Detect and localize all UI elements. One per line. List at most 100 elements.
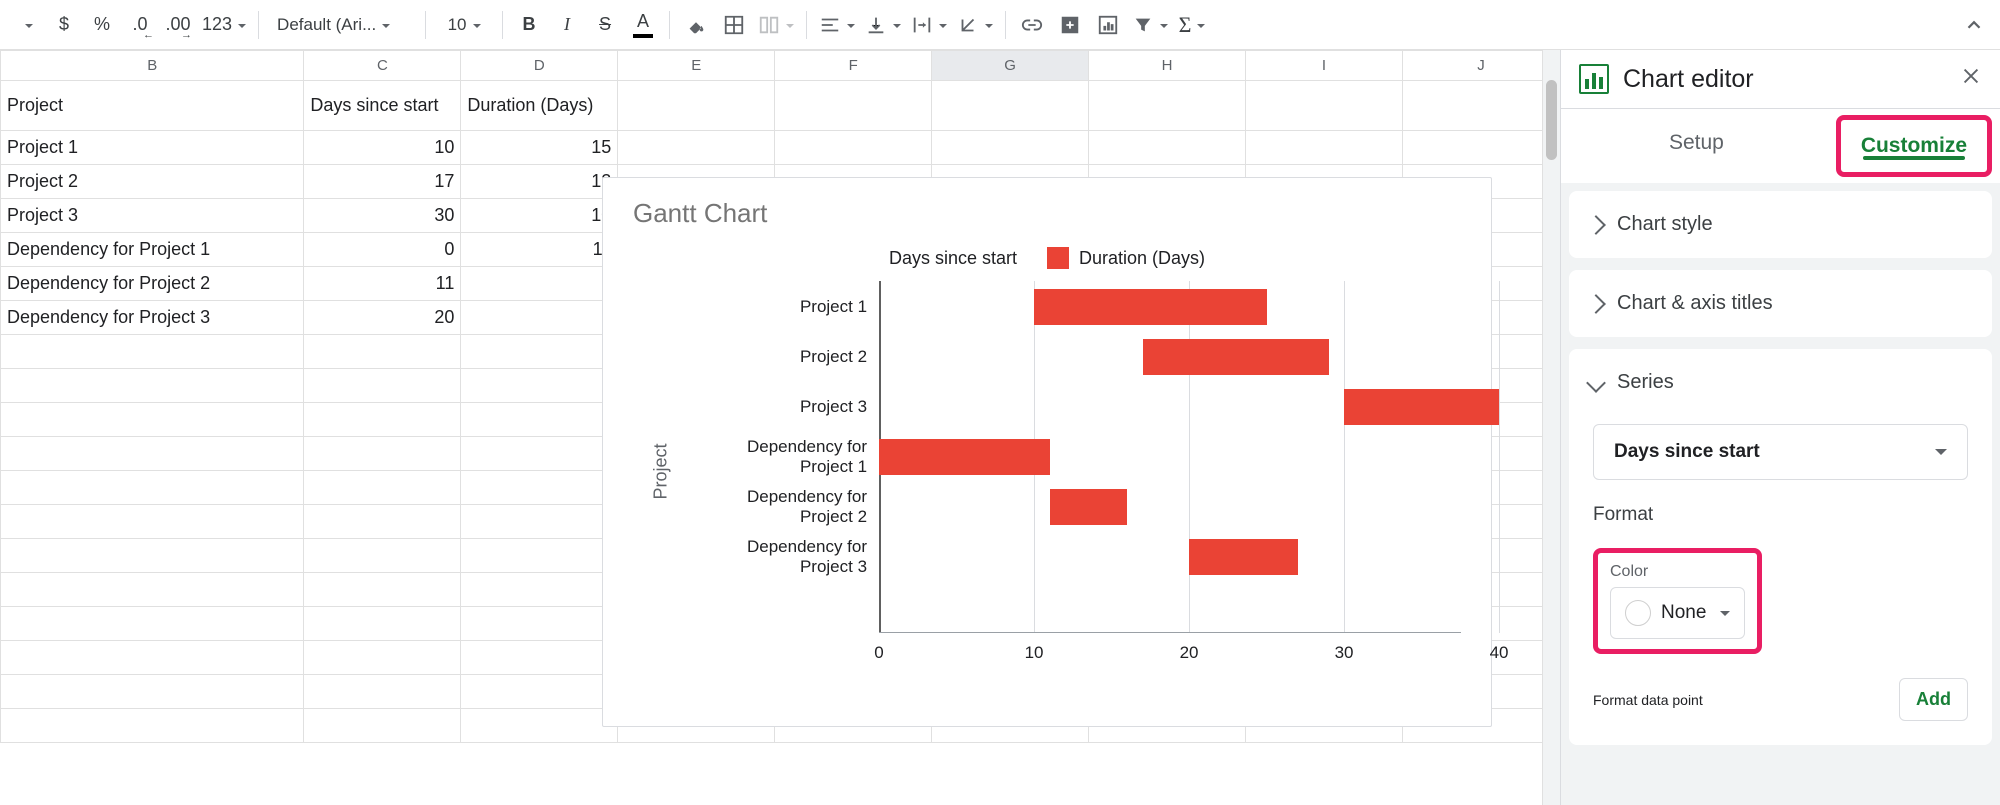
cell[interactable] <box>461 641 618 675</box>
column-header[interactable]: H <box>1089 51 1246 81</box>
tab-customize[interactable]: Customize <box>1843 122 1985 170</box>
cell[interactable] <box>304 607 461 641</box>
close-panel-button[interactable] <box>1960 65 1982 94</box>
bar[interactable] <box>1189 539 1298 575</box>
column-header[interactable]: I <box>1246 51 1403 81</box>
cell[interactable]: Dependency for Project 1 <box>1 233 304 267</box>
cell[interactable] <box>304 335 461 369</box>
increase-decimal-button[interactable]: .00→ <box>160 7 196 43</box>
format-percent-button[interactable]: % <box>84 7 120 43</box>
column-header[interactable]: F <box>775 51 932 81</box>
column-header[interactable]: D <box>461 51 618 81</box>
cell[interactable] <box>461 437 618 471</box>
fill-color-button[interactable] <box>678 7 714 43</box>
cell[interactable] <box>304 471 461 505</box>
column-header[interactable]: B <box>1 51 304 81</box>
cell[interactable] <box>461 709 618 743</box>
cell[interactable] <box>1 709 304 743</box>
cell[interactable] <box>461 403 618 437</box>
cell[interactable] <box>618 81 775 131</box>
insert-chart-button[interactable] <box>1090 7 1126 43</box>
filter-button[interactable] <box>1128 7 1172 43</box>
cell[interactable] <box>1 437 304 471</box>
cell[interactable]: 7 <box>461 301 618 335</box>
cell[interactable]: 10 <box>461 199 618 233</box>
column-header[interactable]: E <box>618 51 775 81</box>
cell[interactable]: 11 <box>461 233 618 267</box>
add-data-point-button[interactable]: Add <box>1899 678 1968 721</box>
cell[interactable] <box>1402 131 1559 165</box>
column-header[interactable]: J <box>1402 51 1559 81</box>
cell[interactable]: Duration (Days) <box>461 81 618 131</box>
section-axis-titles[interactable]: Chart & axis titles <box>1569 270 1992 337</box>
cell[interactable] <box>1246 81 1403 131</box>
cell[interactable] <box>1 573 304 607</box>
cell[interactable]: 15 <box>461 131 618 165</box>
format-currency-button[interactable]: $ <box>46 7 82 43</box>
bar[interactable] <box>1344 389 1499 425</box>
cell[interactable] <box>304 675 461 709</box>
cell[interactable] <box>304 539 461 573</box>
tab-setup[interactable]: Setup <box>1561 109 1832 183</box>
bar[interactable] <box>1050 489 1128 525</box>
cell[interactable]: 30 <box>304 199 461 233</box>
collapse-toolbar-button[interactable] <box>1956 7 1992 43</box>
cell[interactable] <box>1089 131 1246 165</box>
cell[interactable] <box>1089 81 1246 131</box>
cell[interactable]: 20 <box>304 301 461 335</box>
series-color-select[interactable]: None <box>1610 587 1745 639</box>
cell[interactable]: Dependency for Project 2 <box>1 267 304 301</box>
italic-button[interactable]: I <box>549 7 585 43</box>
cell[interactable] <box>1 641 304 675</box>
cell[interactable] <box>304 573 461 607</box>
cell[interactable]: 0 <box>304 233 461 267</box>
zoom-dropdown[interactable] <box>8 7 44 43</box>
font-size-select[interactable]: 10 <box>434 7 494 43</box>
cell[interactable] <box>932 131 1089 165</box>
cell[interactable] <box>1246 131 1403 165</box>
cell[interactable] <box>1 675 304 709</box>
cell[interactable] <box>304 369 461 403</box>
wrap-button[interactable] <box>907 7 951 43</box>
cell[interactable]: 12 <box>461 165 618 199</box>
cell[interactable] <box>1 471 304 505</box>
functions-button[interactable]: Σ <box>1174 7 1210 43</box>
cell[interactable]: Project <box>1 81 304 131</box>
cell[interactable]: Project 1 <box>1 131 304 165</box>
h-align-button[interactable] <box>815 7 859 43</box>
bar[interactable] <box>1143 339 1329 375</box>
cell[interactable] <box>461 573 618 607</box>
cell[interactable] <box>304 641 461 675</box>
cell[interactable] <box>1 505 304 539</box>
cell[interactable] <box>461 369 618 403</box>
cell[interactable] <box>1402 81 1559 131</box>
cell[interactable] <box>775 131 932 165</box>
cell[interactable] <box>1 607 304 641</box>
cell[interactable] <box>1 335 304 369</box>
cell[interactable] <box>304 709 461 743</box>
column-header[interactable]: G <box>932 51 1089 81</box>
borders-button[interactable] <box>716 7 752 43</box>
bar[interactable] <box>1034 289 1267 325</box>
embedded-chart[interactable]: Gantt Chart Days since start Duration (D… <box>602 177 1492 727</box>
cell[interactable]: 5 <box>461 267 618 301</box>
rotate-text-button[interactable] <box>953 7 997 43</box>
decrease-decimal-button[interactable]: .0← <box>122 7 158 43</box>
font-family-select[interactable]: Default (Ari... <box>267 7 417 43</box>
cell[interactable]: 17 <box>304 165 461 199</box>
series-select[interactable]: Days since start <box>1593 424 1968 480</box>
cell[interactable] <box>461 539 618 573</box>
spreadsheet[interactable]: BCDEFGHIJ ProjectDays since startDuratio… <box>0 50 1560 805</box>
cell[interactable] <box>461 675 618 709</box>
cell[interactable] <box>1 369 304 403</box>
insert-comment-button[interactable] <box>1052 7 1088 43</box>
cell[interactable]: 11 <box>304 267 461 301</box>
text-color-button[interactable]: A <box>625 7 661 43</box>
cell[interactable] <box>304 437 461 471</box>
cell[interactable]: Project 2 <box>1 165 304 199</box>
merge-cells-button[interactable] <box>754 7 798 43</box>
cell[interactable] <box>461 471 618 505</box>
cell[interactable] <box>461 335 618 369</box>
cell[interactable] <box>1 403 304 437</box>
insert-link-button[interactable] <box>1014 7 1050 43</box>
